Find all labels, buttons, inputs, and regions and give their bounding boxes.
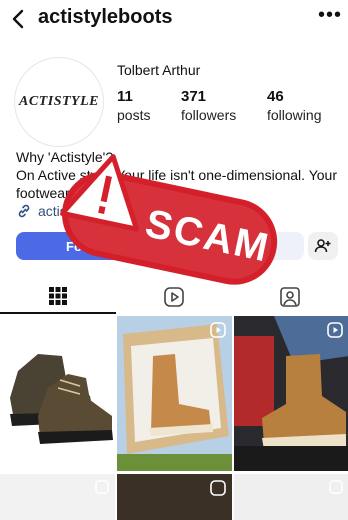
reel-indicator-icon [329, 480, 343, 494]
post-thumbnail[interactable] [117, 316, 232, 471]
reel-indicator-icon [95, 480, 109, 494]
stat-followers[interactable]: 371 followers [181, 88, 236, 123]
add-user-button[interactable] [308, 232, 338, 260]
stat-value: 371 [181, 88, 207, 105]
post-thumbnail[interactable] [234, 316, 348, 471]
stat-posts[interactable]: 11 posts [117, 88, 150, 123]
reel-indicator-icon [210, 322, 226, 338]
post-thumbnail[interactable] [117, 474, 232, 520]
reel-indicator-icon [210, 480, 226, 496]
post-thumbnail[interactable] [234, 474, 348, 520]
stat-label: following [267, 107, 322, 123]
profile-handle: actistyleboots [38, 6, 173, 28]
grid-icon [49, 287, 67, 305]
top-bar: actistyleboots ••• [0, 0, 348, 40]
reel-indicator-icon [327, 322, 343, 338]
avatar[interactable]: ACTISTYLE [14, 57, 104, 147]
reel-indicator-icon [95, 322, 109, 336]
stat-following[interactable]: 46 following [267, 88, 321, 123]
post-thumbnail[interactable] [0, 474, 115, 520]
add-user-icon [314, 239, 331, 253]
boots-photo [10, 354, 113, 444]
link-icon [18, 204, 30, 218]
stat-value: 46 [267, 88, 284, 105]
stat-label: followers [181, 107, 237, 123]
more-options-icon[interactable]: ••• [318, 4, 342, 27]
stat-value: 11 [117, 88, 133, 105]
brand-logo: ACTISTYLE [19, 94, 99, 109]
back-arrow-icon[interactable] [8, 8, 30, 30]
boot-action-photo [234, 316, 348, 471]
boot-box-photo [117, 316, 232, 471]
bio-line: Why 'Actistyle'? [16, 149, 114, 165]
profile-name: Tolbert Arthur [117, 62, 201, 78]
stat-label: posts [117, 107, 151, 123]
tagged-icon [280, 287, 300, 307]
post-thumbnail[interactable] [0, 316, 115, 471]
tab-grid[interactable] [0, 280, 116, 314]
